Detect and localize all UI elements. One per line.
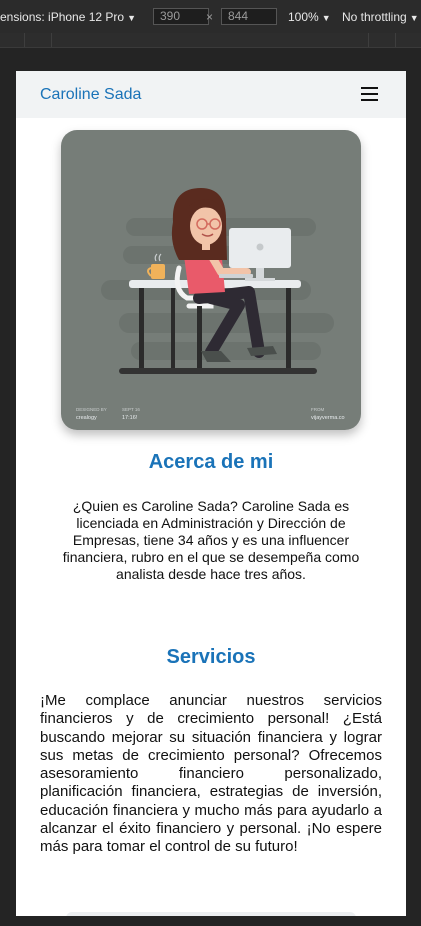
device-name: ensions: iPhone 12 Pro	[0, 10, 125, 24]
credit-designed-by: crealogy	[76, 415, 97, 421]
credit-from: vijayverma.co	[311, 415, 345, 421]
about-title: Acerca de mi	[148, 451, 274, 473]
throttling-value: No throttling	[342, 10, 407, 24]
media-query-segment[interactable]	[0, 33, 25, 47]
services-title: Servicios	[166, 646, 256, 668]
credit-date-label: SEPT 16	[122, 407, 140, 412]
devtools-device-toolbar: ensions: iPhone 12 Pro ▼ 390 × 844 100% ▼ …	[0, 0, 421, 34]
hamburger-line	[361, 99, 378, 101]
throttling-selector[interactable]: No throttling ▼	[342, 10, 419, 24]
emulated-viewport: Caroline Sada DESIGNED BY crealogy SEPT …	[16, 71, 406, 916]
chevron-down-icon: ▼	[321, 13, 331, 23]
credit-designed-by-label: DESIGNED BY	[76, 407, 107, 412]
media-query-segment[interactable]	[52, 33, 369, 47]
chevron-down-icon: ▼	[127, 13, 137, 23]
zoom-selector[interactable]: 100% ▼	[288, 10, 331, 24]
height-input[interactable]: 844	[221, 8, 277, 25]
hero-illustration: DESIGNED BY crealogy SEPT 16 17:16! FROM…	[61, 130, 361, 430]
media-query-segment[interactable]	[369, 33, 396, 47]
brand-link[interactable]: Caroline Sada	[40, 86, 141, 104]
about-text: ¿Quien es Caroline Sada? Caroline Sada e…	[62, 498, 360, 582]
hamburger-line	[361, 87, 378, 89]
device-selector[interactable]: ensions: iPhone 12 Pro ▼	[0, 10, 136, 24]
next-card-preview	[66, 912, 356, 916]
navbar: Caroline Sada	[16, 71, 406, 118]
devtools-media-query-bar	[0, 33, 421, 48]
media-query-segment[interactable]	[25, 33, 52, 47]
width-input[interactable]: 390	[153, 8, 209, 25]
chevron-down-icon: ▼	[409, 13, 419, 23]
dimension-separator: ×	[206, 10, 214, 24]
services-text: ¡Me complace anunciar nuestros servicios…	[40, 692, 382, 856]
hamburger-icon[interactable]	[361, 86, 379, 102]
credit-from-label: FROM	[311, 407, 324, 412]
zoom-value: 100%	[288, 10, 319, 24]
woman-at-desk-illustration: DESIGNED BY crealogy SEPT 16 17:16! FROM…	[61, 130, 361, 430]
credit-date: 17:16!	[122, 415, 138, 421]
hamburger-line	[361, 93, 378, 95]
